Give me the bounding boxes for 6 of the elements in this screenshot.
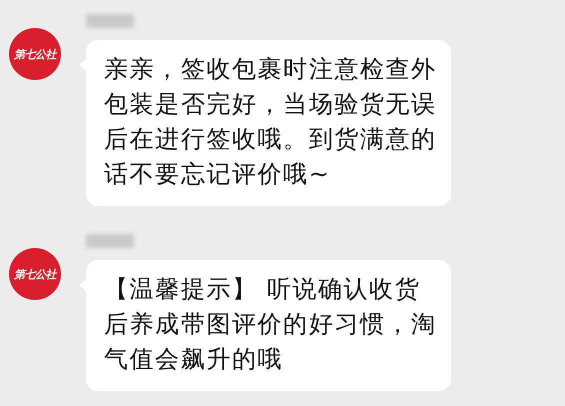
avatar-logo-text: 第七公社: [14, 266, 56, 282]
blurred-name: [86, 234, 134, 248]
avatar[interactable]: 第七公社: [9, 248, 61, 300]
blurred-name: [86, 14, 134, 28]
avatar[interactable]: 第七公社: [9, 28, 61, 80]
avatar-logo-text: 第七公社: [14, 46, 56, 62]
